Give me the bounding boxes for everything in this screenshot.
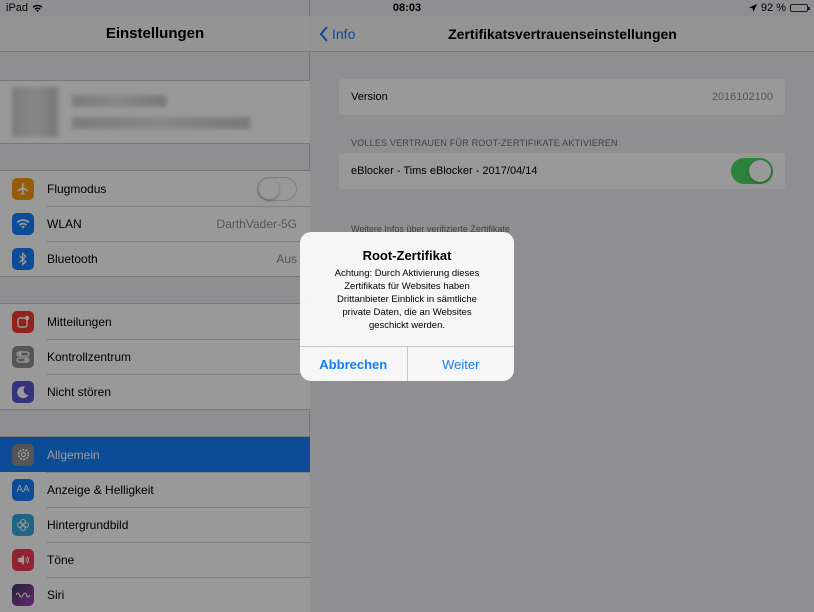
alert-button-bar: Abbrechen Weiter <box>300 346 514 381</box>
cancel-button[interactable]: Abbrechen <box>300 347 408 381</box>
root-certificate-alert: Root-Zertifikat Achtung: Durch Aktivieru… <box>300 232 514 381</box>
continue-button[interactable]: Weiter <box>408 347 515 381</box>
alert-title: Root-Zertifikat <box>362 248 452 263</box>
alert-message: Achtung: Durch Aktivierung dieses Zertif… <box>334 268 480 331</box>
